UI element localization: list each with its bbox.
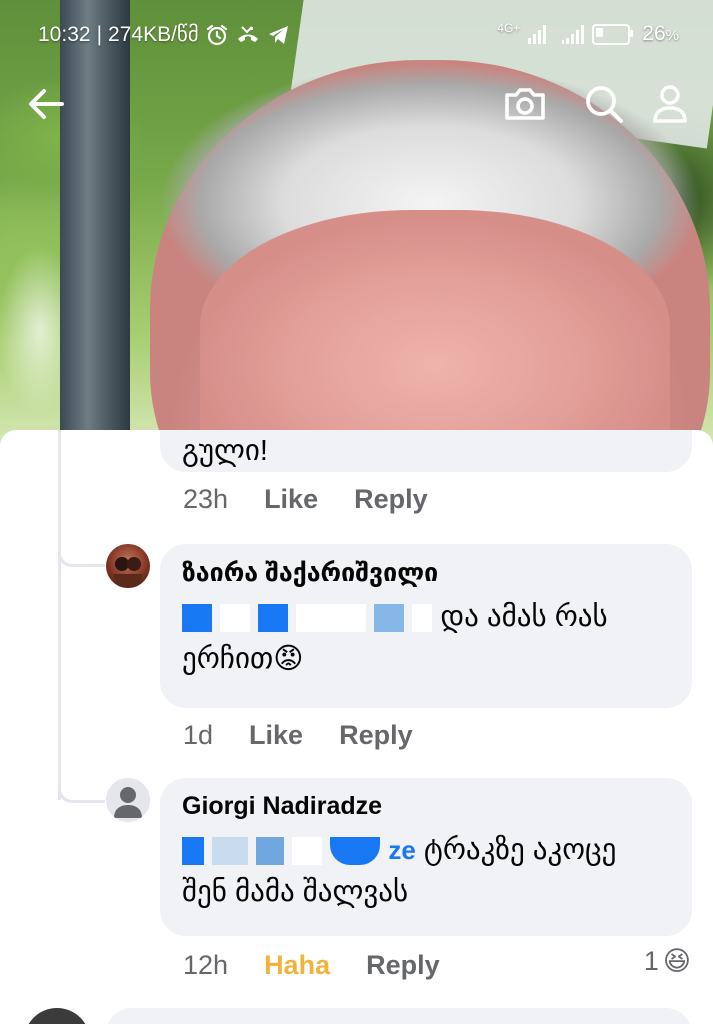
network-type: 4G+ [497,21,521,35]
missed-call-icon [237,25,258,42]
thread-line [58,430,61,800]
redacted-mention [182,837,204,866]
comment-text: გული! [182,435,268,467]
profile-button[interactable] [648,82,692,126]
search-icon [586,86,623,123]
redacted-mention [182,604,212,633]
comment-bubble-2[interactable]: ზაირა შაქარიშვილი და ამას რას ერჩით😡 [160,544,692,708]
haha-reaction-button[interactable]: Haha [264,950,330,981]
status-bar: 10:32 | 274KB/წმ 4G+ 26% [38,21,679,46]
comment-author[interactable]: Giorgi Nadiradze [182,792,670,821]
comment-actions-3: 12h Haha Reply [183,950,440,981]
person-icon [653,85,687,123]
reaction-count: 1 [643,946,659,976]
back-button[interactable] [24,82,68,126]
signal-icon-2 [562,24,585,44]
comment-text: ერჩით [182,643,274,675]
camera-button[interactable] [502,82,546,126]
default-avatar-icon [114,787,142,818]
avatar-photo-icon [114,557,142,588]
thread-branch [58,534,105,567]
reaction-summary[interactable]: 1 😆 [644,946,691,977]
comment-bubble-4[interactable] [106,1008,692,1024]
comment-text: შენ მამა შალვას [182,876,409,908]
arrow-left-icon [29,89,64,119]
thread-branch [58,770,105,803]
like-button[interactable]: Like [264,484,318,515]
avatar[interactable] [106,544,150,588]
reply-button[interactable]: Reply [354,484,428,515]
comment-author[interactable]: ზაირა შაქარიშვილი [182,558,670,588]
haha-emoji-icon: 😆 [662,946,691,976]
comment-actions-2: 1d Like Reply [183,720,413,751]
battery-level: 26 [642,22,666,45]
search-button[interactable] [582,82,626,126]
reply-button[interactable]: Reply [366,950,440,981]
comment-bubble-1[interactable]: გული! [160,430,692,472]
angry-emoji-icon: 😡 [273,643,304,675]
comment-actions-1: 23h Like Reply [183,484,428,515]
telegram-icon [268,25,288,44]
comment-bubble-3[interactable]: Giorgi Nadiradze ze ტრაკზე აკოცე შენ მამ… [160,778,692,936]
status-net-speed: 274KB/წმ [108,23,199,46]
comment-text: და ამას რას [440,601,608,633]
reply-button[interactable]: Reply [339,720,413,751]
comment-text: ტრაკზე აკოცე [423,834,617,866]
signal-icon-1 [528,24,547,44]
comments-sheet[interactable]: გული! 23h Like Reply ზაირა შაქარიშვილი დ… [0,430,713,1024]
like-button[interactable]: Like [249,720,303,751]
alarm-icon [206,24,227,45]
mention-link[interactable]: ze [388,835,415,865]
photo-person-forehead [200,210,670,452]
avatar[interactable] [106,778,150,822]
battery-icon [592,23,634,45]
comment-time[interactable]: 1d [183,720,213,751]
comment-time[interactable]: 12h [183,950,228,981]
avatar[interactable] [24,1008,90,1024]
comment-time[interactable]: 23h [183,484,228,515]
status-time: 10:32 [38,22,91,46]
camera-icon [505,88,545,120]
